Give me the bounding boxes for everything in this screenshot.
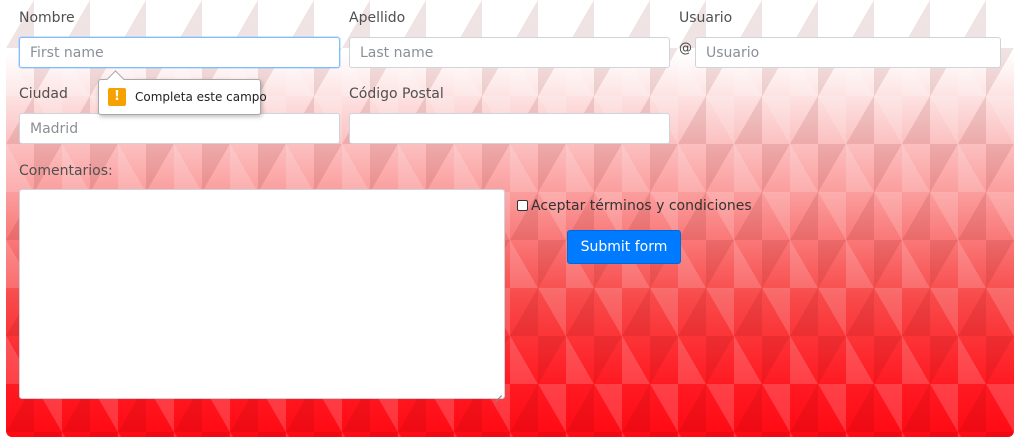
- first-name-input[interactable]: [19, 37, 340, 68]
- terms-checkbox[interactable]: [517, 200, 528, 211]
- warning-icon: !: [108, 88, 126, 106]
- at-symbol: @: [679, 41, 692, 56]
- terms-label[interactable]: Aceptar términos y condiciones: [531, 198, 752, 214]
- codigo-postal-label: Código Postal: [349, 86, 444, 102]
- ciudad-input[interactable]: [19, 113, 340, 144]
- tooltip-message: Completa este campo: [135, 90, 267, 104]
- comentarios-label: Comentarios:: [19, 163, 113, 179]
- codigo-postal-input[interactable]: [349, 113, 670, 144]
- last-name-input[interactable]: [349, 37, 670, 68]
- comentarios-textarea[interactable]: [19, 189, 505, 399]
- usuario-input[interactable]: [695, 37, 1001, 68]
- apellido-label: Apellido: [349, 10, 406, 26]
- nombre-label: Nombre: [19, 10, 75, 26]
- validation-tooltip: ! Completa este campo: [98, 70, 267, 115]
- resize-grip-icon[interactable]: [494, 388, 502, 396]
- usuario-label: Usuario: [679, 10, 733, 26]
- ciudad-label: Ciudad: [19, 86, 68, 102]
- submit-form-button[interactable]: Submit form: [567, 230, 681, 264]
